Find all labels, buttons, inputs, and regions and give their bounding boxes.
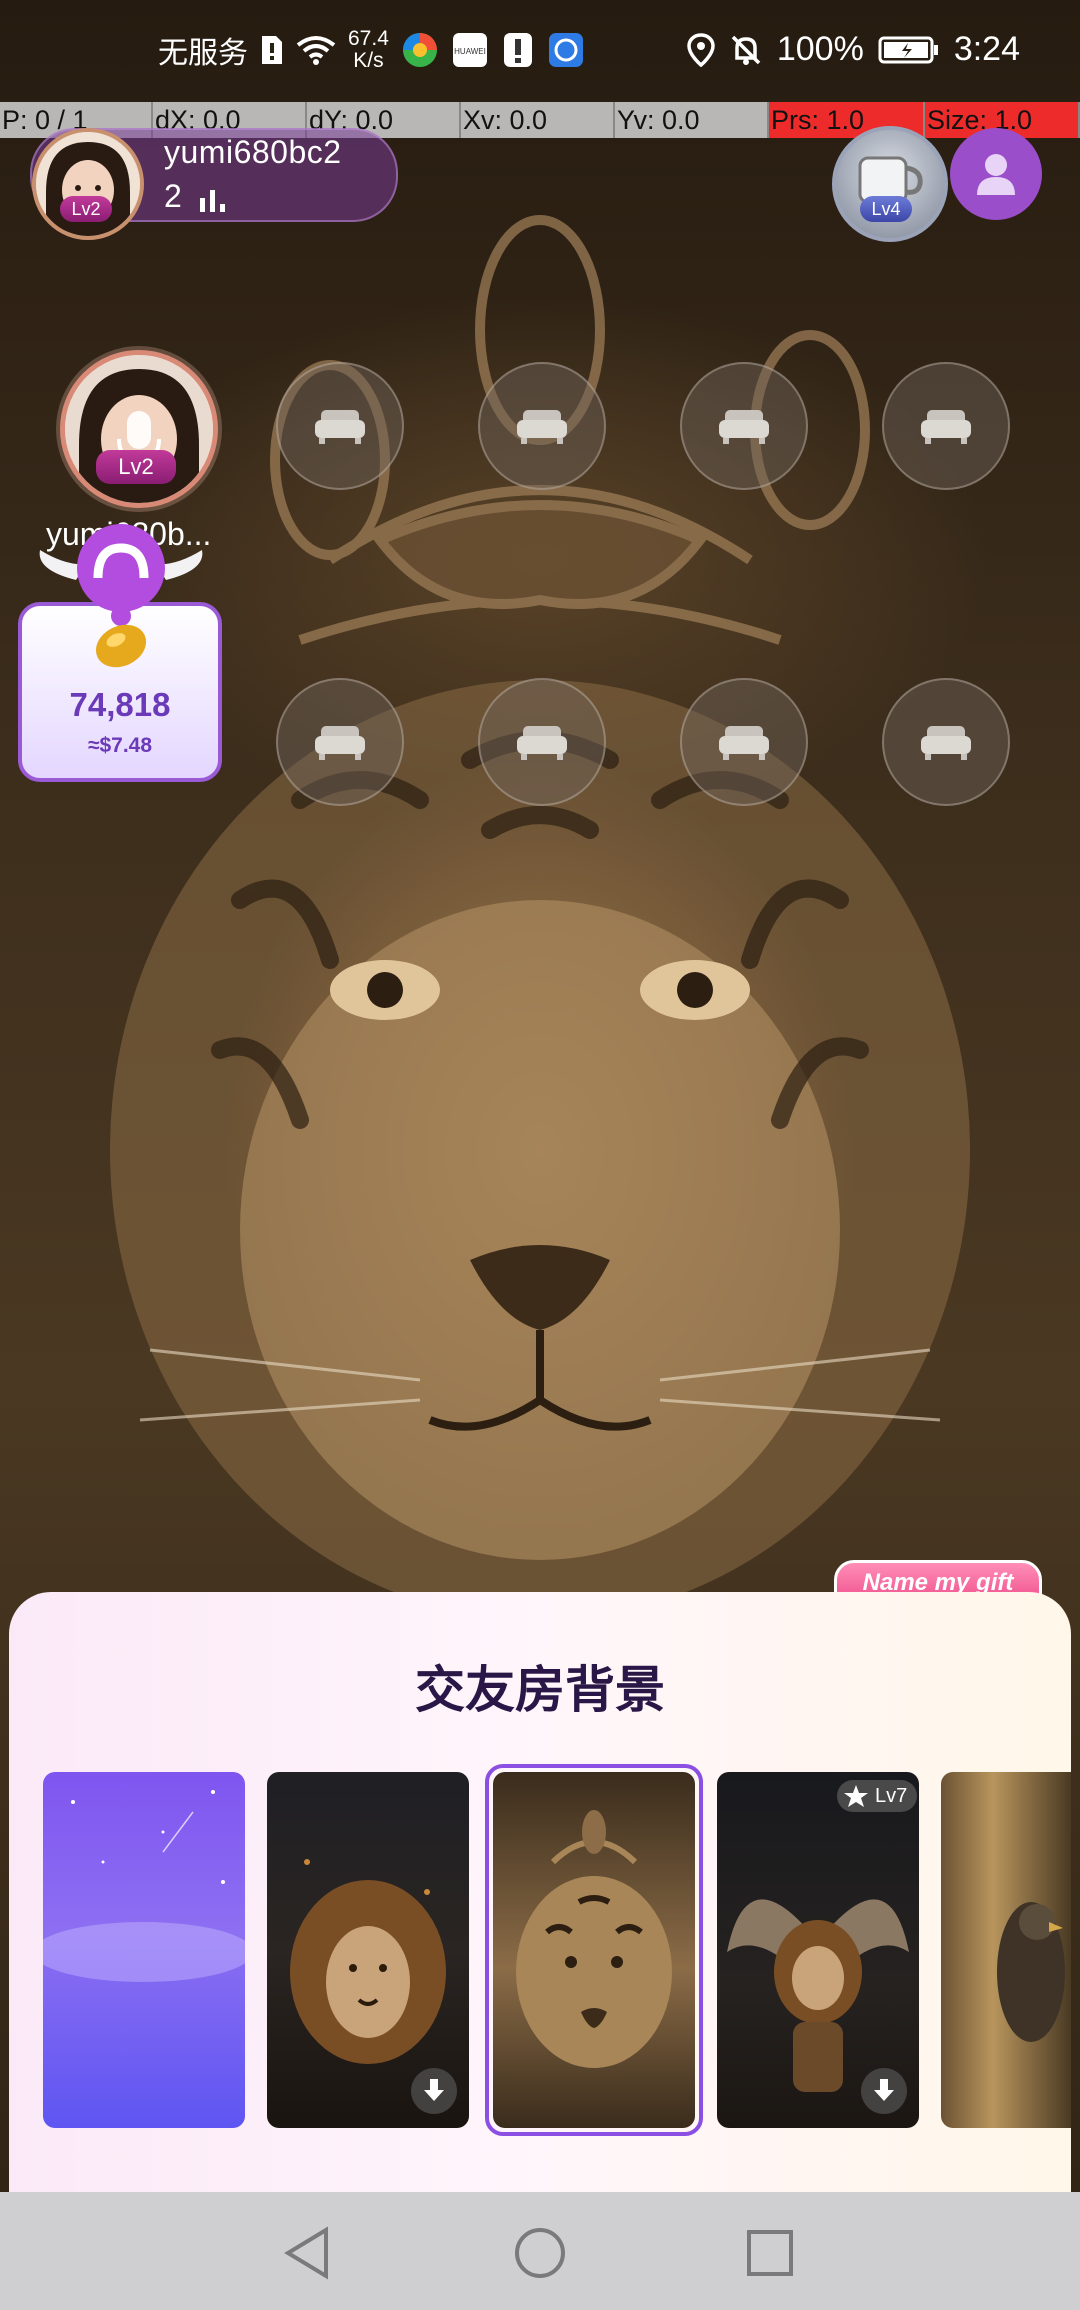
empty-seat-6[interactable] <box>478 678 606 806</box>
battery-percent: 100% <box>776 30 864 68</box>
eagle-art <box>997 1902 1065 2042</box>
online-count: 2 <box>164 178 182 214</box>
sofa-icon <box>517 726 567 760</box>
empty-seat-5[interactable] <box>276 678 404 806</box>
host-avatar[interactable] <box>32 128 144 240</box>
download-icon[interactable] <box>411 2068 457 2114</box>
net-speed: 67.4 K/s <box>348 27 389 72</box>
bg-thumbnail-purple-starry[interactable] <box>43 1772 245 2128</box>
clock: 3:24 <box>953 30 1020 68</box>
system-nav-bar <box>0 2192 1080 2310</box>
status-bar: 无服务 67.4 K/s HUAWEI 100% 3:24 <box>0 0 1080 100</box>
browser-app-icon <box>401 31 439 69</box>
bg-thumbnail-winged-lion[interactable]: Lv7 <box>717 1772 919 2128</box>
star-icon <box>843 1784 869 1813</box>
sofa-icon <box>517 410 567 444</box>
mic-seat-occupied[interactable] <box>60 350 218 508</box>
winged-badge-icon <box>36 520 206 635</box>
debug-yv: Yv: 0.0 <box>615 102 769 138</box>
download-icon[interactable] <box>861 2068 907 2114</box>
contributor-level-badge: Lv4 <box>860 196 912 222</box>
carrier-label: 无服务 <box>158 37 248 70</box>
sheet-title: 交友房背景 <box>415 1661 665 1719</box>
host-name: yumi680bc2 <box>164 134 342 170</box>
sofa-icon <box>921 410 971 444</box>
coin-usd-value: ≈$7.48 <box>87 734 153 757</box>
home-icon[interactable] <box>513 2226 567 2285</box>
coin-amount: 74,818 <box>69 686 171 723</box>
bean-coin-icon <box>92 620 150 677</box>
tiger-art <box>516 1810 672 2068</box>
battery-icon <box>878 35 940 65</box>
huawei-app-icon: HUAWEI <box>451 31 489 69</box>
sofa-icon <box>719 726 769 760</box>
sofa-icon <box>719 410 769 444</box>
alert-app-icon <box>501 31 535 69</box>
seat-level-badge: Lv2 <box>96 450 176 484</box>
empty-seat-7[interactable] <box>680 678 808 806</box>
location-icon <box>687 32 715 67</box>
host-level-badge: Lv2 <box>60 196 112 222</box>
bg-thumbnail-eagle[interactable] <box>941 1772 1071 2128</box>
sofa-icon <box>315 410 365 444</box>
top-contributor-avatar[interactable] <box>832 126 948 242</box>
empty-seat-3[interactable] <box>680 362 808 490</box>
sofa-icon <box>921 726 971 760</box>
blue-app-icon <box>547 31 585 69</box>
wifi-icon <box>296 35 336 65</box>
debug-xv: Xv: 0.0 <box>461 102 615 138</box>
user-icon <box>977 154 1015 195</box>
bg-thumbnail-lion[interactable] <box>267 1772 469 2128</box>
back-icon[interactable] <box>282 2226 332 2285</box>
sofa-icon <box>315 726 365 760</box>
empty-seat-1[interactable] <box>276 362 404 490</box>
svg-text:HUAWEI: HUAWEI <box>454 47 486 56</box>
starry-sky-art <box>43 1790 245 1982</box>
empty-seat-2[interactable] <box>478 362 606 490</box>
sim-icon <box>260 34 284 66</box>
signal-bars-icon <box>198 184 230 219</box>
empty-seat-8[interactable] <box>882 678 1010 806</box>
recents-icon[interactable] <box>745 2228 795 2283</box>
mute-bell-icon <box>729 33 763 67</box>
members-button[interactable] <box>950 128 1042 220</box>
bg-thumbnail-tiger-crown[interactable] <box>493 1772 695 2128</box>
empty-seat-4[interactable] <box>882 362 1010 490</box>
